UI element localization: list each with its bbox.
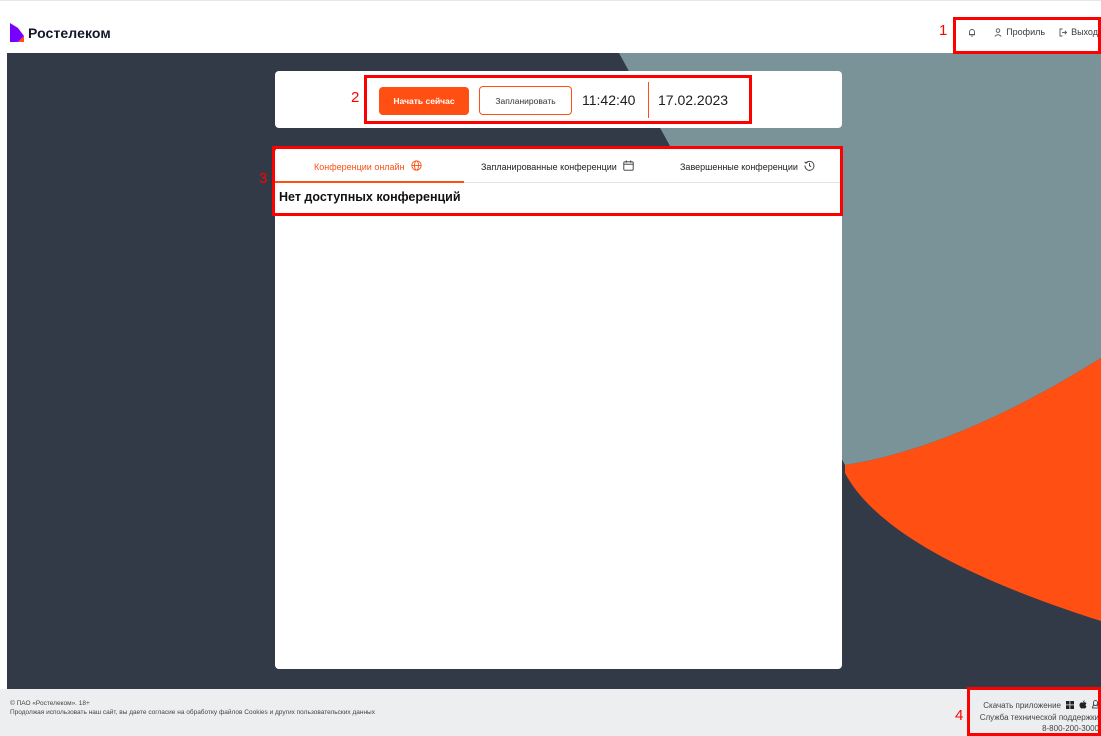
- annotation-number-2: 2: [351, 89, 360, 106]
- footer-legal: © ПАО «Ростелеком». 18+ Продолжая исполь…: [10, 699, 375, 718]
- annotation-box-3: [272, 146, 843, 216]
- annotation-number-1: 1: [939, 22, 948, 39]
- top-bar: Ростелеком Профиль Выход: [0, 0, 1101, 53]
- brand-logo[interactable]: Ростелеком: [10, 23, 111, 42]
- annotation-box-2: [364, 75, 752, 124]
- copyright-text: © ПАО «Ростелеком». 18+: [10, 700, 90, 707]
- annotation-number-3: 3: [259, 170, 268, 187]
- annotation-number-4: 4: [955, 707, 964, 724]
- brand-logo-icon: [10, 23, 24, 42]
- cookies-notice[interactable]: Продолжая использовать наш сайт, вы дает…: [10, 708, 375, 717]
- annotation-box-4: [967, 687, 1101, 736]
- conferences-card: [275, 148, 842, 669]
- annotation-box-1: [953, 17, 1101, 54]
- brand-name: Ростелеком: [28, 24, 111, 41]
